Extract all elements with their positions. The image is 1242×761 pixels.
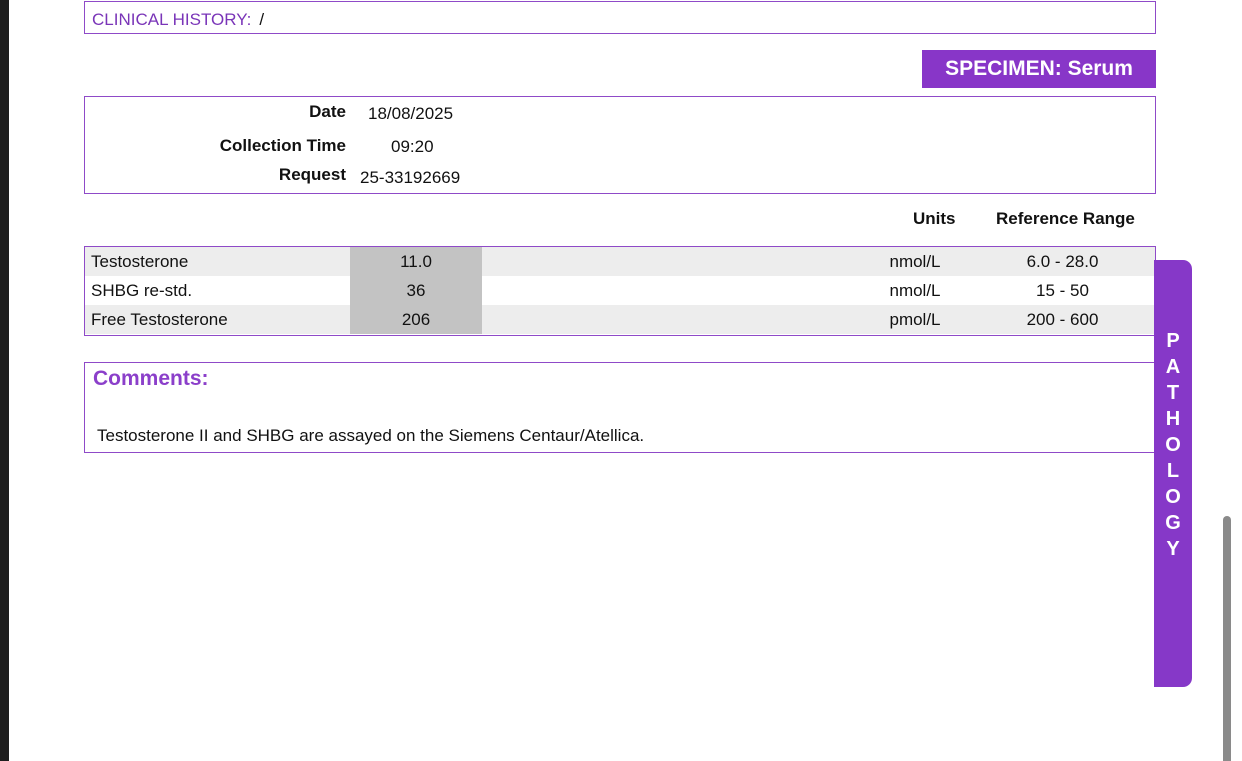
test-result: 11.0 xyxy=(350,247,482,276)
tab-letter: T xyxy=(1166,382,1180,404)
tab-letter: P xyxy=(1166,330,1180,352)
test-reference-range: 6.0 - 28.0 xyxy=(1026,252,1099,271)
specimen-badge: SPECIMEN: Serum xyxy=(922,50,1156,88)
results-table: Testosterone 11.0 nmol/L 6.0 - 28.0 SHBG… xyxy=(84,246,1156,336)
clinical-history-label: CLINICAL HISTORY: / xyxy=(92,10,264,30)
clinical-history-box: CLINICAL HISTORY: / xyxy=(84,1,1156,34)
test-reference-range: 15 - 50 xyxy=(1036,281,1089,300)
tab-letter: H xyxy=(1165,408,1181,430)
tab-letter: L xyxy=(1166,460,1180,482)
comments-title: Comments: xyxy=(93,367,209,390)
collection-time-value: 09:20 xyxy=(391,137,434,156)
tab-letter: O xyxy=(1165,486,1181,508)
pathology-side-tab[interactable]: P A T H O L O G Y xyxy=(1154,260,1192,687)
tab-letter: A xyxy=(1165,356,1181,378)
collection-info-box: Date 18/08/2025 Collection Time 09:20 Re… xyxy=(84,96,1156,194)
test-name: Testosterone xyxy=(91,252,189,271)
request-value: 25-33192669 xyxy=(360,168,461,187)
date-value: 18/08/2025 xyxy=(368,104,454,123)
comments-text: Testosterone II and SHBG are assayed on … xyxy=(97,426,645,445)
scrollbar-thumb[interactable] xyxy=(1223,516,1231,761)
test-result: 36 xyxy=(350,276,482,305)
test-name: Free Testosterone xyxy=(91,310,228,329)
clinical-history-value: / xyxy=(259,10,265,29)
tab-letter: Y xyxy=(1166,538,1180,560)
table-row: Free Testosterone 206 pmol/L 200 - 600 xyxy=(85,305,1155,334)
test-reference-range: 200 - 600 xyxy=(1026,310,1099,329)
table-row: SHBG re-std. 36 nmol/L 15 - 50 xyxy=(85,276,1155,305)
reference-range-column-header: Reference Range xyxy=(996,209,1135,228)
report-page: CLINICAL HISTORY: / SPECIMEN: Serum Date … xyxy=(9,0,1221,761)
request-label: Request xyxy=(278,165,346,184)
test-units: nmol/L xyxy=(889,252,941,271)
test-units: nmol/L xyxy=(889,281,941,300)
test-name: SHBG re-std. xyxy=(91,281,193,300)
scrollbar-track[interactable] xyxy=(1221,0,1242,761)
clinical-history-title: CLINICAL HISTORY: xyxy=(92,10,252,29)
collection-time-label: Collection Time xyxy=(219,136,346,155)
tab-letter: G xyxy=(1165,512,1181,534)
comments-box: Comments: Testosterone II and SHBG are a… xyxy=(84,362,1156,453)
pathology-tab-label: P A T H O L O G Y xyxy=(1154,328,1192,562)
date-label: Date xyxy=(309,102,346,121)
test-result: 206 xyxy=(350,305,482,334)
table-row: Testosterone 11.0 nmol/L 6.0 - 28.0 xyxy=(85,247,1155,276)
units-column-header: Units xyxy=(913,209,956,228)
test-units: pmol/L xyxy=(889,310,941,329)
tab-letter: O xyxy=(1165,434,1181,456)
